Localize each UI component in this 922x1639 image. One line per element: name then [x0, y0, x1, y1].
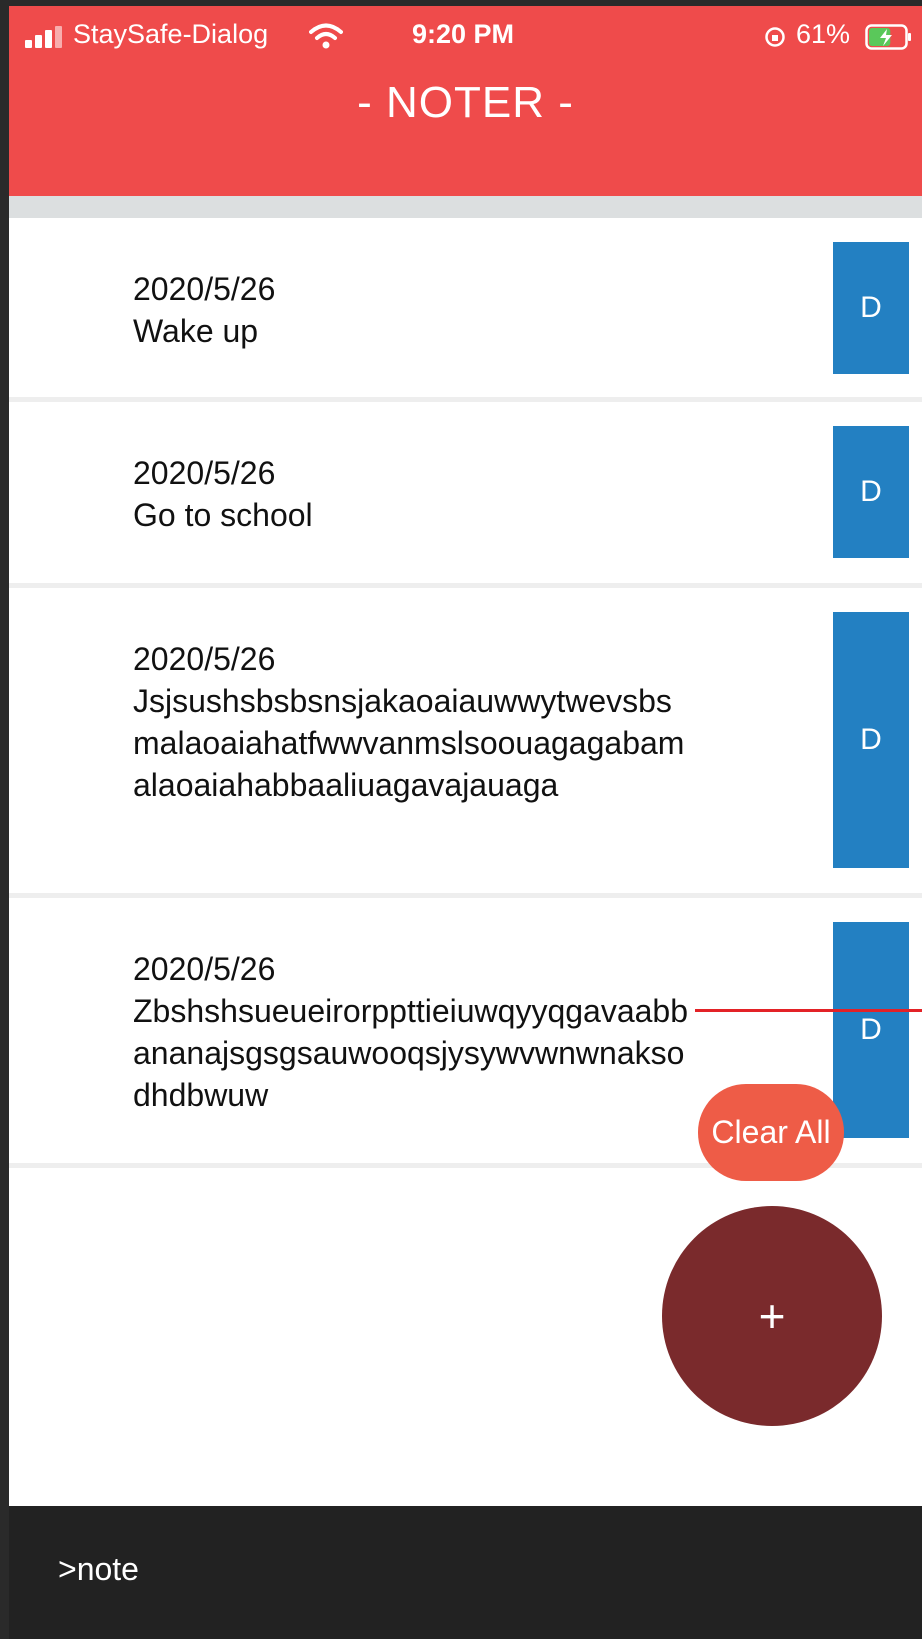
page-title: - NOTER - [357, 78, 574, 127]
status-time: 9:20 PM [412, 19, 515, 49]
app-screen: StaySafe-Dialog 9:20 PM 61% - NOTER - 20… [9, 6, 922, 1639]
note-content: 2020/5/26 Go to school [133, 452, 688, 536]
footer-label: >note [58, 1551, 139, 1587]
delete-button[interactable]: D [833, 426, 909, 558]
note-text: Go to school [133, 497, 313, 533]
list-item: 2020/5/26 Go to school D [9, 402, 922, 588]
bottom-bar: >note [9, 1506, 922, 1639]
app-header: StaySafe-Dialog 9:20 PM 61% - NOTER - [9, 6, 922, 196]
orientation-lock-icon [765, 27, 785, 47]
carrier-name: StaySafe-Dialog [73, 19, 269, 49]
note-content: 2020/5/26 Zbshshsueueirorppttieiuwqyyqga… [133, 948, 688, 1116]
battery-icon [865, 24, 911, 50]
note-text: Wake up [133, 313, 259, 349]
note-text: Jsjsushsbsbsnsjakaoaiauwwytwevsbsmalaoai… [133, 683, 685, 803]
delete-button[interactable]: D [833, 242, 909, 374]
list-item: 2020/5/26 Wake up D [9, 218, 922, 402]
delete-button[interactable]: D [833, 612, 909, 868]
note-date: 2020/5/26 [133, 271, 276, 307]
note-content: 2020/5/26 Jsjsushsbsbsnsjakaoaiauwwytwev… [133, 638, 688, 806]
note-date: 2020/5/26 [133, 455, 276, 491]
signal-icon [25, 26, 67, 48]
plus-icon: + [758, 1290, 786, 1342]
clear-all-button[interactable]: Clear All [698, 1084, 844, 1181]
wifi-icon [309, 23, 343, 49]
delete-button[interactable]: D [833, 922, 909, 1138]
header-divider [9, 196, 922, 218]
notes-list: 2020/5/26 Wake up D 2020/5/26 Go to scho… [9, 218, 922, 1168]
note-text: Zbshshsueueirorppttieiuwqyyqgavaabbanana… [133, 993, 689, 1113]
list-item: 2020/5/26 Jsjsushsbsbsnsjakaoaiauwwytwev… [9, 588, 922, 898]
note-content: 2020/5/26 Wake up [133, 268, 688, 352]
note-date: 2020/5/26 [133, 951, 276, 987]
add-note-button[interactable]: + [662, 1206, 882, 1426]
red-line-marker [695, 1009, 922, 1012]
battery-percent: 61% [796, 19, 851, 49]
note-date: 2020/5/26 [133, 641, 276, 677]
